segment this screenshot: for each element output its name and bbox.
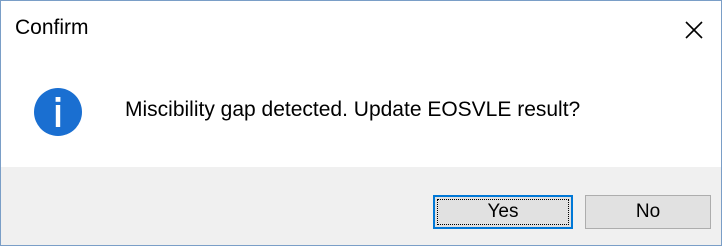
yes-button-label: Yes [487, 201, 519, 222]
title-bar: Confirm [1, 1, 721, 59]
confirm-dialog: Confirm Miscibility gap detected. Update… [0, 0, 722, 246]
close-icon [685, 21, 703, 39]
yes-button[interactable]: Yes [433, 195, 573, 229]
dialog-message: Miscibility gap detected. Update EOSVLE … [125, 98, 581, 121]
no-button[interactable]: No [585, 195, 711, 229]
information-icon [33, 87, 83, 137]
dialog-body: Miscibility gap detected. Update EOSVLE … [1, 59, 721, 167]
button-bar: Yes No [1, 167, 721, 245]
no-button-label: No [635, 201, 661, 222]
dialog-title: Confirm [15, 16, 89, 39]
close-button[interactable] [667, 1, 721, 59]
